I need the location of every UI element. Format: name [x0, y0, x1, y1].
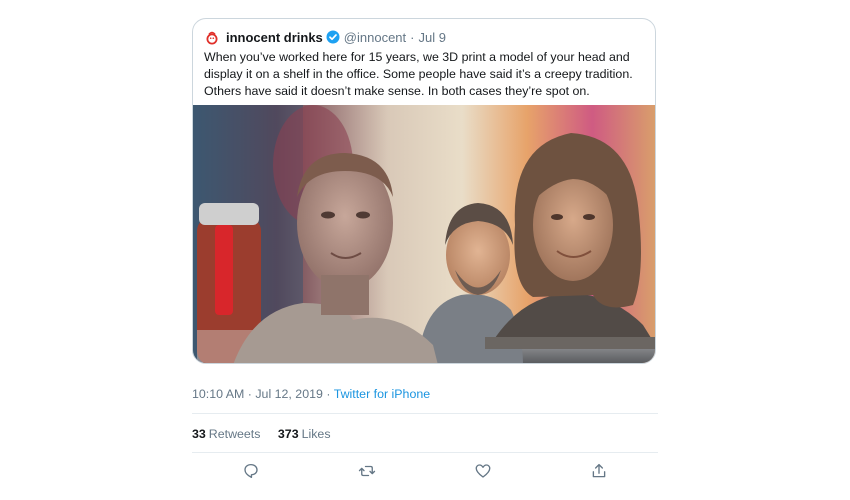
retweets-stat[interactable]: 33 Retweets — [192, 427, 260, 441]
likes-stat[interactable]: 373 Likes — [278, 427, 331, 441]
retweet-icon — [358, 462, 376, 485]
share-button[interactable] — [588, 462, 610, 484]
retweets-count: 33 — [192, 427, 206, 441]
tweet-meta: 10:10 AM · Jul 12, 2019 · Twitter for iP… — [192, 387, 430, 401]
heart-icon — [474, 462, 492, 485]
quoted-tweet-card[interactable]: innocent drinks @innocent · Jul 9 When y… — [192, 18, 656, 364]
reply-icon — [242, 462, 260, 485]
likes-count: 373 — [277, 427, 299, 441]
header-separator: · — [410, 29, 415, 45]
retweets-label: Retweets — [208, 427, 261, 441]
verified-badge-icon — [326, 30, 340, 44]
like-button[interactable] — [472, 462, 494, 484]
tweet-source-link[interactable]: Twitter for iPhone — [334, 387, 430, 401]
tweet-photo[interactable] — [193, 105, 656, 364]
quoted-tweet-date[interactable]: Jul 9 — [419, 30, 446, 45]
quoted-tweet-header: innocent drinks @innocent · Jul 9 — [204, 29, 446, 45]
meta-separator: · — [326, 387, 331, 401]
divider-top — [192, 413, 658, 414]
author-handle[interactable]: @innocent — [344, 30, 406, 45]
share-icon — [590, 462, 608, 485]
reply-button[interactable] — [240, 462, 262, 484]
author-name[interactable]: innocent drinks — [226, 30, 323, 45]
retweet-button[interactable] — [356, 462, 378, 484]
divider-bottom — [192, 452, 658, 453]
likes-label: Likes — [301, 427, 331, 441]
quoted-tweet-text: When you’ve worked here for 15 years, we… — [204, 50, 633, 98]
innocent-logo-icon — [204, 29, 220, 45]
tweet-stats: 33 Retweets 373 Likes — [192, 427, 345, 441]
tweet-timestamp[interactable]: 10:10 AM · Jul 12, 2019 — [192, 387, 323, 401]
tweet-actions — [192, 462, 658, 486]
